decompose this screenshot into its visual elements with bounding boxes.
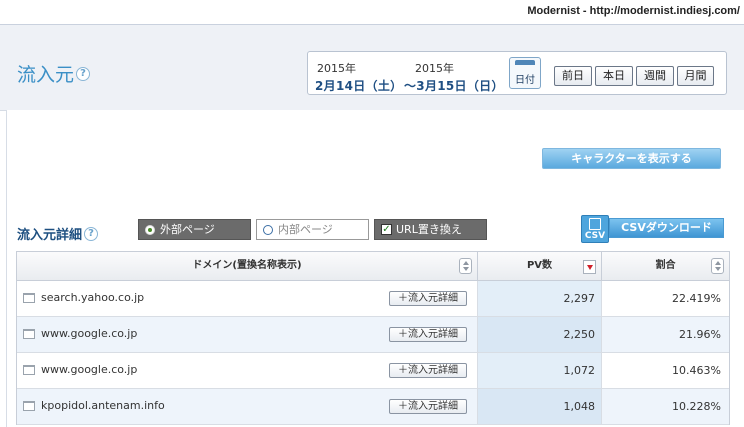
window-icon	[23, 365, 35, 375]
pv-cell: 2,297	[478, 281, 602, 316]
ratio-cell: 22.419%	[672, 292, 721, 305]
page-title: 流入元 ?	[17, 60, 91, 87]
url-replace-label: URL置き換え	[396, 223, 462, 236]
pv-cell: 2,250	[478, 317, 602, 352]
table-row: search.yahoo.co.jp ＋流入元詳細 2,297 22.419%	[17, 281, 729, 317]
page-title-text: 流入元	[17, 64, 75, 86]
help-icon[interactable]: ?	[76, 66, 91, 81]
sort-icon[interactable]	[459, 258, 472, 274]
table-header: ドメイン(置換名称表示) PV数 割合	[17, 251, 729, 281]
radio-unselected-icon	[263, 224, 273, 235]
domain-cell: www.google.co.jp	[41, 327, 138, 340]
section-title: 流入元詳細 ?	[17, 224, 99, 243]
csv-icon-text: CSV	[584, 231, 606, 241]
pv-cell: 1,048	[478, 389, 602, 424]
pv-column-header[interactable]: PV数	[478, 252, 602, 280]
start-date[interactable]: 2月14日（土）	[315, 77, 402, 94]
ratio-cell: 10.463%	[672, 364, 721, 377]
end-date[interactable]: ～3月15日（日）	[404, 77, 504, 94]
week-button[interactable]: 週間	[636, 66, 674, 86]
referrer-detail-button[interactable]: ＋流入元詳細	[389, 291, 467, 306]
show-character-button[interactable]: キャラクターを表示する	[542, 148, 721, 169]
month-button[interactable]: 月間	[677, 66, 714, 86]
sort-icon[interactable]	[711, 258, 724, 274]
filter-internal-label: 内部ページ	[278, 223, 333, 236]
url-replace-toggle[interactable]: ✓ URL置き換え	[374, 219, 487, 240]
sort-descending-icon[interactable]	[583, 260, 596, 274]
table-row: www.google.co.jp ＋流入元詳細 2,250 21.96%	[17, 317, 729, 353]
ratio-column-header[interactable]: 割合	[602, 252, 729, 280]
domain-cell: www.google.co.jp	[41, 363, 138, 376]
referrer-detail-button[interactable]: ＋流入元詳細	[389, 363, 467, 378]
end-year: 2015年	[415, 62, 454, 75]
domain-header-label: ドメイン(置換名称表示)	[192, 260, 302, 271]
top-bar: Modernist - http://modernist.indiesj.com…	[0, 0, 744, 24]
filter-internal-pages[interactable]: 内部ページ	[256, 219, 369, 240]
start-year: 2015年	[317, 62, 356, 75]
window-icon	[23, 329, 35, 339]
section-help-icon[interactable]: ?	[84, 226, 99, 241]
calendar-icon	[515, 60, 535, 65]
domain-cell: kpopidol.antenam.info	[41, 399, 165, 412]
section-title-text: 流入元詳細	[17, 228, 83, 243]
pv-cell: 1,072	[478, 353, 602, 388]
window-icon	[23, 401, 35, 411]
domain-column-header[interactable]: ドメイン(置換名称表示)	[17, 252, 478, 280]
today-button[interactable]: 本日	[595, 66, 633, 86]
csv-file-icon: CSV	[581, 215, 609, 243]
calendar-button[interactable]: 日付	[509, 57, 541, 89]
ratio-cell: 10.228%	[672, 400, 721, 413]
csv-download-button[interactable]: CSV CSVダウンロード	[581, 215, 724, 243]
ratio-cell: 21.96%	[679, 328, 721, 341]
previous-day-button[interactable]: 前日	[554, 66, 592, 86]
filter-external-label: 外部ページ	[160, 223, 215, 236]
referrer-table: ドメイン(置換名称表示) PV数 割合 search.yahoo.co.jp ＋…	[16, 251, 730, 425]
site-caption: Modernist - http://modernist.indiesj.com…	[527, 5, 740, 17]
domain-cell: search.yahoo.co.jp	[41, 291, 145, 304]
referrer-detail-button[interactable]: ＋流入元詳細	[389, 327, 467, 342]
ratio-header-label: 割合	[655, 260, 676, 271]
calendar-label: 日付	[515, 75, 535, 86]
window-icon	[23, 293, 35, 303]
table-row: www.google.co.jp ＋流入元詳細 1,072 10.463%	[17, 353, 729, 389]
csv-download-label: CSVダウンロード	[609, 218, 724, 238]
date-range-panel: 2015年 2月14日（土） 2015年 ～3月15日（日） 日付 前日 本日 …	[307, 51, 727, 95]
checkbox-checked-icon: ✓	[381, 224, 392, 235]
radio-selected-icon	[145, 224, 155, 235]
referrer-detail-button[interactable]: ＋流入元詳細	[389, 399, 467, 414]
table-row: kpopidol.antenam.info ＋流入元詳細 1,048 10.22…	[17, 389, 729, 425]
pv-header-label: PV数	[526, 260, 553, 271]
filter-external-pages[interactable]: 外部ページ	[138, 219, 251, 240]
